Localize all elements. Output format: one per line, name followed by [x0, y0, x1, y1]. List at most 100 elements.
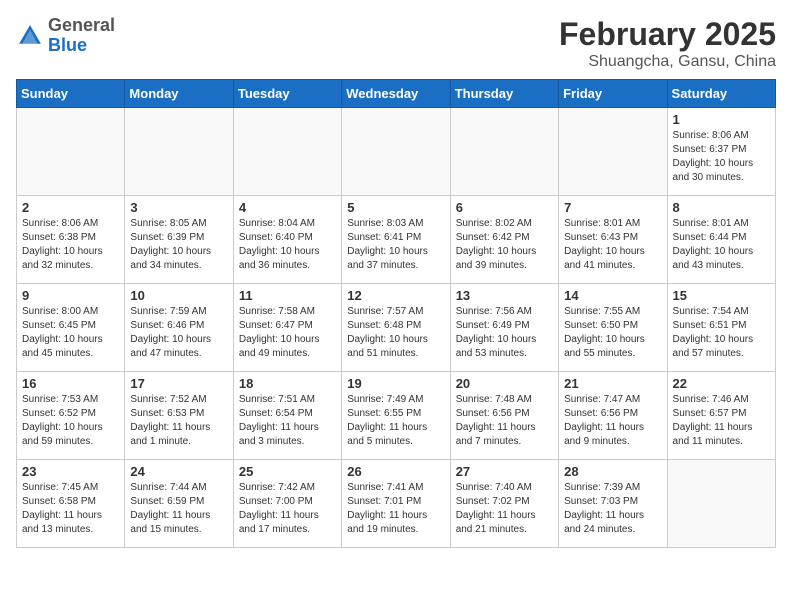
- day-cell: 22Sunrise: 7:46 AM Sunset: 6:57 PM Dayli…: [667, 372, 775, 460]
- title-block: February 2025 Shuangcha, Gansu, China: [559, 16, 776, 71]
- location: Shuangcha, Gansu, China: [559, 53, 776, 71]
- day-cell: [559, 108, 667, 196]
- day-number: 8: [673, 200, 770, 215]
- day-number: 22: [673, 376, 770, 391]
- weekday-header-monday: Monday: [125, 80, 233, 108]
- day-number: 7: [564, 200, 661, 215]
- day-number: 19: [347, 376, 444, 391]
- day-info: Sunrise: 8:06 AM Sunset: 6:37 PM Dayligh…: [673, 129, 770, 185]
- day-cell: 20Sunrise: 7:48 AM Sunset: 6:56 PM Dayli…: [450, 372, 558, 460]
- day-info: Sunrise: 7:51 AM Sunset: 6:54 PM Dayligh…: [239, 393, 336, 449]
- day-cell: 18Sunrise: 7:51 AM Sunset: 6:54 PM Dayli…: [233, 372, 341, 460]
- day-info: Sunrise: 7:44 AM Sunset: 6:59 PM Dayligh…: [130, 481, 227, 537]
- day-number: 6: [456, 200, 553, 215]
- logo-icon: [16, 22, 44, 50]
- day-cell: 1 Sunrise: 8:06 AM Sunset: 6:37 PM Daylig…: [667, 108, 775, 196]
- day-info: Sunrise: 7:49 AM Sunset: 6:55 PM Dayligh…: [347, 393, 444, 449]
- day-cell: [342, 108, 450, 196]
- weekday-header-friday: Friday: [559, 80, 667, 108]
- day-cell: 23Sunrise: 7:45 AM Sunset: 6:58 PM Dayli…: [17, 460, 125, 548]
- day-cell: 5 Sunrise: 8:03 AM Sunset: 6:41 PM Daylig…: [342, 196, 450, 284]
- day-info: Sunrise: 7:57 AM Sunset: 6:48 PM Dayligh…: [347, 305, 444, 361]
- day-info: Sunrise: 8:01 AM Sunset: 6:44 PM Dayligh…: [673, 217, 770, 273]
- day-cell: 21 Sunrise: 7:47 AM Sunset: 6:56 PM Dayli…: [559, 372, 667, 460]
- weekday-header-thursday: Thursday: [450, 80, 558, 108]
- day-number: 27: [456, 464, 553, 479]
- calendar-table: SundayMondayTuesdayWednesdayThursdayFrid…: [16, 79, 776, 548]
- day-info: Sunrise: 7:41 AM Sunset: 7:01 PM Dayligh…: [347, 481, 444, 537]
- day-cell: 8 Sunrise: 8:01 AM Sunset: 6:44 PM Daylig…: [667, 196, 775, 284]
- day-info: Sunrise: 7:48 AM Sunset: 6:56 PM Dayligh…: [456, 393, 553, 449]
- week-row-1: 1 Sunrise: 8:06 AM Sunset: 6:37 PM Daylig…: [17, 108, 776, 196]
- day-cell: 28 Sunrise: 7:39 AM Sunset: 7:03 PM Dayli…: [559, 460, 667, 548]
- day-number: 17: [130, 376, 227, 391]
- day-info: Sunrise: 8:03 AM Sunset: 6:41 PM Dayligh…: [347, 217, 444, 273]
- day-info: Sunrise: 7:58 AM Sunset: 6:47 PM Dayligh…: [239, 305, 336, 361]
- weekday-header-sunday: Sunday: [17, 80, 125, 108]
- day-info: Sunrise: 7:39 AM Sunset: 7:03 PM Dayligh…: [564, 481, 661, 537]
- day-cell: [233, 108, 341, 196]
- day-cell: 17 Sunrise: 7:52 AM Sunset: 6:53 PM Dayli…: [125, 372, 233, 460]
- day-cell: 24 Sunrise: 7:44 AM Sunset: 6:59 PM Dayli…: [125, 460, 233, 548]
- week-row-4: 16 Sunrise: 7:53 AM Sunset: 6:52 PM Dayli…: [17, 372, 776, 460]
- day-number: 10: [130, 288, 227, 303]
- day-cell: 3 Sunrise: 8:05 AM Sunset: 6:39 PM Daylig…: [125, 196, 233, 284]
- day-number: 14: [564, 288, 661, 303]
- day-info: Sunrise: 7:52 AM Sunset: 6:53 PM Dayligh…: [130, 393, 227, 449]
- month-title: February 2025: [559, 16, 776, 53]
- week-row-2: 2Sunrise: 8:06 AM Sunset: 6:38 PM Daylig…: [17, 196, 776, 284]
- day-number: 9: [22, 288, 119, 303]
- weekday-header-tuesday: Tuesday: [233, 80, 341, 108]
- day-cell: 12 Sunrise: 7:57 AM Sunset: 6:48 PM Dayli…: [342, 284, 450, 372]
- day-info: Sunrise: 8:06 AM Sunset: 6:38 PM Dayligh…: [22, 217, 119, 273]
- day-cell: 14 Sunrise: 7:55 AM Sunset: 6:50 PM Dayli…: [559, 284, 667, 372]
- week-row-5: 23Sunrise: 7:45 AM Sunset: 6:58 PM Dayli…: [17, 460, 776, 548]
- day-info: Sunrise: 7:54 AM Sunset: 6:51 PM Dayligh…: [673, 305, 770, 361]
- day-cell: 27 Sunrise: 7:40 AM Sunset: 7:02 PM Dayli…: [450, 460, 558, 548]
- day-cell: [125, 108, 233, 196]
- day-cell: 25 Sunrise: 7:42 AM Sunset: 7:00 PM Dayli…: [233, 460, 341, 548]
- day-cell: 7Sunrise: 8:01 AM Sunset: 6:43 PM Daylig…: [559, 196, 667, 284]
- weekday-header-row: SundayMondayTuesdayWednesdayThursdayFrid…: [17, 80, 776, 108]
- weekday-header-saturday: Saturday: [667, 80, 775, 108]
- day-cell: [450, 108, 558, 196]
- page-header: General Blue February 2025 Shuangcha, Ga…: [16, 16, 776, 71]
- day-number: 13: [456, 288, 553, 303]
- day-cell: 10 Sunrise: 7:59 AM Sunset: 6:46 PM Dayli…: [125, 284, 233, 372]
- day-number: 25: [239, 464, 336, 479]
- day-number: 16: [22, 376, 119, 391]
- day-info: Sunrise: 8:04 AM Sunset: 6:40 PM Dayligh…: [239, 217, 336, 273]
- day-number: 5: [347, 200, 444, 215]
- day-cell: [667, 460, 775, 548]
- weekday-header-wednesday: Wednesday: [342, 80, 450, 108]
- day-number: 21: [564, 376, 661, 391]
- day-number: 4: [239, 200, 336, 215]
- day-info: Sunrise: 7:40 AM Sunset: 7:02 PM Dayligh…: [456, 481, 553, 537]
- day-number: 1: [673, 112, 770, 127]
- day-info: Sunrise: 7:59 AM Sunset: 6:46 PM Dayligh…: [130, 305, 227, 361]
- day-number: 3: [130, 200, 227, 215]
- day-info: Sunrise: 7:47 AM Sunset: 6:56 PM Dayligh…: [564, 393, 661, 449]
- day-cell: 15Sunrise: 7:54 AM Sunset: 6:51 PM Dayli…: [667, 284, 775, 372]
- day-number: 26: [347, 464, 444, 479]
- day-number: 23: [22, 464, 119, 479]
- day-cell: 13Sunrise: 7:56 AM Sunset: 6:49 PM Dayli…: [450, 284, 558, 372]
- day-cell: 4 Sunrise: 8:04 AM Sunset: 6:40 PM Daylig…: [233, 196, 341, 284]
- day-info: Sunrise: 7:53 AM Sunset: 6:52 PM Dayligh…: [22, 393, 119, 449]
- day-info: Sunrise: 7:55 AM Sunset: 6:50 PM Dayligh…: [564, 305, 661, 361]
- day-cell: [17, 108, 125, 196]
- day-info: Sunrise: 7:42 AM Sunset: 7:00 PM Dayligh…: [239, 481, 336, 537]
- day-number: 11: [239, 288, 336, 303]
- day-number: 12: [347, 288, 444, 303]
- day-cell: 9 Sunrise: 8:00 AM Sunset: 6:45 PM Daylig…: [17, 284, 125, 372]
- logo-blue-text: Blue: [48, 35, 87, 55]
- day-number: 28: [564, 464, 661, 479]
- day-cell: 6Sunrise: 8:02 AM Sunset: 6:42 PM Daylig…: [450, 196, 558, 284]
- week-row-3: 9 Sunrise: 8:00 AM Sunset: 6:45 PM Daylig…: [17, 284, 776, 372]
- day-info: Sunrise: 8:05 AM Sunset: 6:39 PM Dayligh…: [130, 217, 227, 273]
- day-info: Sunrise: 8:00 AM Sunset: 6:45 PM Dayligh…: [22, 305, 119, 361]
- day-number: 24: [130, 464, 227, 479]
- day-cell: 11 Sunrise: 7:58 AM Sunset: 6:47 PM Dayli…: [233, 284, 341, 372]
- day-cell: 19 Sunrise: 7:49 AM Sunset: 6:55 PM Dayli…: [342, 372, 450, 460]
- day-cell: 16 Sunrise: 7:53 AM Sunset: 6:52 PM Dayli…: [17, 372, 125, 460]
